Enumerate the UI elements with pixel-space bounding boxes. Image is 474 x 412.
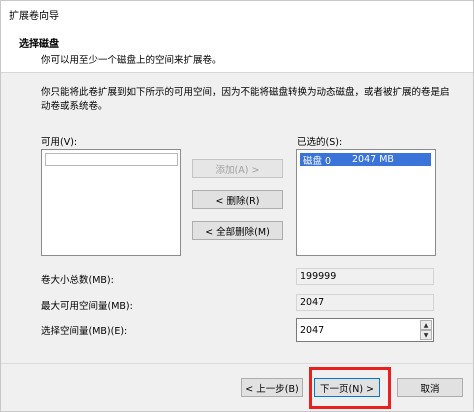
available-list-focus-row[interactable]	[45, 153, 178, 166]
page-title: 选择磁盘	[19, 39, 59, 50]
cancel-button[interactable]: 取消	[397, 378, 463, 397]
spin-down-icon[interactable]: ▼	[420, 330, 432, 340]
description-text: 你只能将此卷扩展到如下所示的可用空间，因为不能将磁盘转换为动态磁盘，或者被扩展的…	[41, 87, 450, 112]
next-button-highlight	[309, 367, 391, 409]
page-subtitle: 你可以用至少一个磁盘上的空间来扩展卷。	[41, 55, 222, 66]
available-listbox[interactable]	[41, 149, 181, 256]
total-size-value: 199999	[296, 268, 434, 285]
total-size-label: 卷大小总数(MB):	[41, 275, 114, 286]
available-label: 可用(V):	[41, 137, 78, 148]
spin-up-icon[interactable]: ▲	[420, 320, 432, 330]
title-bar: 扩展卷向导	[1, 1, 473, 27]
select-space-value: 2047	[300, 324, 325, 336]
disk-size: 2047 MB	[352, 154, 394, 165]
remove-all-button[interactable]: < 全部删除(M)	[192, 221, 283, 240]
select-space-spinbox[interactable]: 2047 ▲ ▼	[296, 318, 434, 342]
max-space-label: 最大可用空间量(MB):	[41, 301, 133, 312]
disk-name: 磁盘 0	[303, 155, 332, 167]
wizard-header: 选择磁盘 你可以用至少一个磁盘上的空间来扩展卷。	[1, 27, 473, 73]
max-space-value: 2047	[296, 294, 434, 311]
list-item[interactable]: 磁盘 0 2047 MB	[300, 153, 431, 167]
add-button[interactable]: 添加(A) >	[192, 159, 283, 178]
extend-volume-wizard-window: 扩展卷向导 选择磁盘 你可以用至少一个磁盘上的空间来扩展卷。 你只能将此卷扩展到…	[0, 0, 474, 412]
window-title: 扩展卷向导	[9, 10, 59, 22]
selected-listbox[interactable]: 磁盘 0 2047 MB	[296, 149, 436, 256]
remove-button[interactable]: < 删除(R)	[192, 190, 283, 209]
footer-divider	[1, 363, 473, 364]
select-space-label: 选择空间量(MB)(E):	[41, 326, 128, 337]
back-button[interactable]: < 上一步(B)	[241, 378, 303, 397]
selected-label: 已选的(S):	[297, 137, 343, 148]
